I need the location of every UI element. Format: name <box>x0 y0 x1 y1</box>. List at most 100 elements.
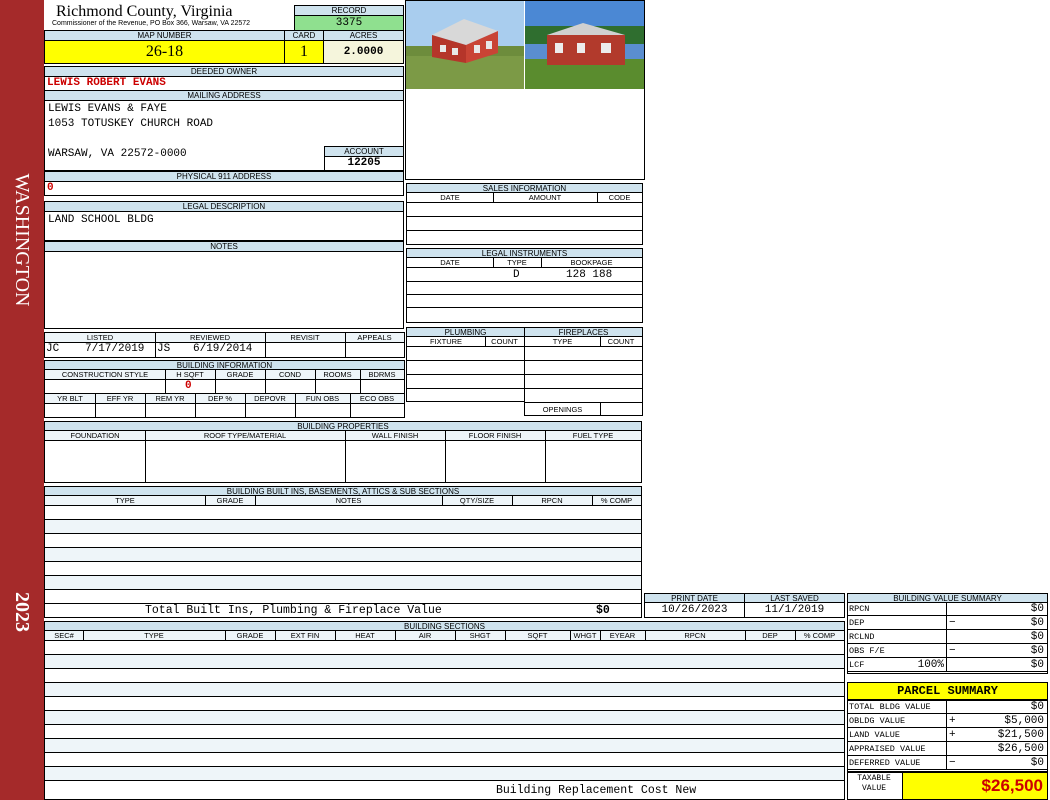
plumbing-col-count: COUNT <box>491 337 518 346</box>
reviewed-date: 6/19/2014 <box>193 343 253 355</box>
sales-col-date: DATE <box>440 193 460 202</box>
bi-dep-pct: DEP % <box>207 394 233 403</box>
sec-col-comp: % COMP <box>803 631 836 640</box>
parcel-row-sign: − <box>949 757 956 769</box>
parcel-row-value: $26,500 <box>997 743 1044 755</box>
bvs-row-divider <box>946 658 947 672</box>
listed-by: JC <box>46 343 60 355</box>
bvs-row-divider <box>946 616 947 630</box>
bvs-row-label: RPCN <box>849 604 870 614</box>
sec-col-shgt: SHGT <box>469 631 491 640</box>
sec-col-rpcn: RPCN <box>684 631 706 640</box>
sec-col-eyear: EYEAR <box>609 631 636 640</box>
sec-col-air: AIR <box>418 631 432 640</box>
building-info-table: CONSTRUCTION STYLE H SQFT GRADE COND ROO… <box>44 369 405 418</box>
taxable-label: TAXABLE VALUE <box>857 774 891 793</box>
parcel-row-sign: + <box>949 715 956 727</box>
reviewed-label: REVIEWED <box>189 333 230 342</box>
physical-address: 0 <box>44 181 404 196</box>
bi-bdrms: BDRMS <box>368 370 396 379</box>
bi-fun-obs: FUN OBS <box>305 394 340 403</box>
bi-rooms: ROOMS <box>323 370 352 379</box>
prop-floor-finish: FLOOR FINISH <box>468 431 522 440</box>
print-date: 10/26/2023 <box>644 602 745 618</box>
appeals-label: APPEALS <box>357 333 392 342</box>
district-sidebar <box>0 0 44 800</box>
parcel-row-value: $0 <box>1030 757 1044 769</box>
card-number: 1 <box>284 40 324 64</box>
sec-col-grade: GRADE <box>236 631 264 640</box>
map-number: 26-18 <box>44 40 285 64</box>
sec-col-num: SEC# <box>54 631 74 640</box>
prop-foundation: FOUNDATION <box>70 431 120 440</box>
bvs-row-sign: − <box>949 645 956 657</box>
legal-col-type: TYPE <box>507 258 527 267</box>
bi-construction-style: CONSTRUCTION STYLE <box>61 370 149 379</box>
acres-value: 2.0000 <box>323 40 404 64</box>
legal-description: LAND SCHOOL BLDG <box>44 211 404 241</box>
notes-box <box>44 251 404 329</box>
review-table: LISTED REVIEWED REVISIT APPEALS JC 7/17/… <box>44 332 405 358</box>
builtins-total-label: Total Built Ins, Plumbing & Fireplace Va… <box>145 604 442 617</box>
bi-yr-blt: YR BLT <box>57 394 83 403</box>
bvs-row-label: RCLND <box>849 632 875 642</box>
parcel-row-value: $0 <box>1030 701 1044 713</box>
fireplaces-col-count: COUNT <box>607 337 635 346</box>
bvs-row-divider <box>946 602 947 616</box>
parcel-row-label: LAND VALUE <box>849 730 901 740</box>
sec-col-extfin: EXT FIN <box>290 631 320 640</box>
record-value: 3375 <box>294 15 404 31</box>
bin-col-qty: QTY/SIZE <box>459 496 495 505</box>
prop-fuel-type: FUEL TYPE <box>572 431 614 440</box>
parcel-row-divider <box>946 756 947 770</box>
fireplaces-table: TYPE COUNT OPENINGS <box>524 336 643 416</box>
prop-roof: ROOF TYPE/MATERIAL <box>203 431 287 440</box>
county-title: Richmond County, Virginia <box>56 3 233 20</box>
bin-col-comp: % COMP <box>600 496 633 505</box>
bvs-row-value: $0 <box>1030 645 1044 657</box>
building-photo-1 <box>406 1 524 89</box>
sec-col-heat: HEAT <box>355 631 375 640</box>
legal-instruments-table: DATE TYPE BOOKPAGE D 128 188 <box>406 257 643 323</box>
parcel-row-divider <box>946 728 947 742</box>
bin-col-grade: GRADE <box>216 496 244 505</box>
legal-col-bookpage: BOOKPAGE <box>570 258 613 267</box>
parcel-row-divider <box>946 700 947 714</box>
parcel-row-label: OBLDG VALUE <box>849 716 906 726</box>
bvs-row-sign: − <box>949 617 956 629</box>
mailing-line-3: WARSAW, VA 22572-0000 <box>48 148 187 160</box>
bi-eff-yr: EFF YR <box>106 394 134 403</box>
bvs-row-label: OBS F/E <box>849 646 885 656</box>
parcel-row-divider <box>946 714 947 728</box>
mailing-line-2: 1053 TOTUSKEY CHURCH ROAD <box>48 118 214 130</box>
bvs-row-sign: 100% <box>917 659 944 671</box>
sales-col-code: CODE <box>608 193 631 202</box>
bi-hsqft: H SQFT <box>176 370 204 379</box>
sec-col-dep: DEP <box>762 631 778 640</box>
taxable-value: $26,500 <box>902 772 1048 800</box>
district-name: WASHINGTON <box>11 173 33 307</box>
bi-rem-yr: REM YR <box>155 394 185 403</box>
building-sections-table: SEC# TYPE GRADE EXT FIN HEAT AIR SHGT SQ… <box>44 630 845 800</box>
sections-footer: Building Replacement Cost New <box>496 784 697 797</box>
parcel-row-label: DEFERRED VALUE <box>849 758 921 768</box>
plumbing-table: FIXTURE COUNT <box>406 336 525 402</box>
parcel-row-sign: + <box>949 729 956 741</box>
mailing-line-1: LEWIS EVANS & FAYE <box>48 103 167 115</box>
bvs-row-value: $0 <box>1030 659 1044 671</box>
prop-wall-finish: WALL FINISH <box>371 431 419 440</box>
building-photo-1-image <box>406 1 524 89</box>
bvs-row-value: $0 <box>1030 631 1044 643</box>
bvs-row-value: $0 <box>1030 617 1044 629</box>
fireplaces-openings-label: OPENINGS <box>542 405 583 414</box>
builtins-table: TYPE GRADE NOTES QTY/SIZE RPCN % COMP To… <box>44 495 642 618</box>
listed-date: 7/17/2019 <box>85 343 145 355</box>
parcel-summary-title: PARCEL SUMMARY <box>847 682 1048 700</box>
building-photo-2 <box>525 1 644 89</box>
parcel-row-divider <box>946 742 947 756</box>
bvs-row-label: LCF <box>849 660 865 670</box>
legal-col-date: DATE <box>440 258 460 267</box>
sec-col-type: TYPE <box>144 631 164 640</box>
commissioner-address: Commissioner of the Revenue, PO Box 366,… <box>52 20 251 27</box>
bi-depovr: DEPOVR <box>254 394 286 403</box>
